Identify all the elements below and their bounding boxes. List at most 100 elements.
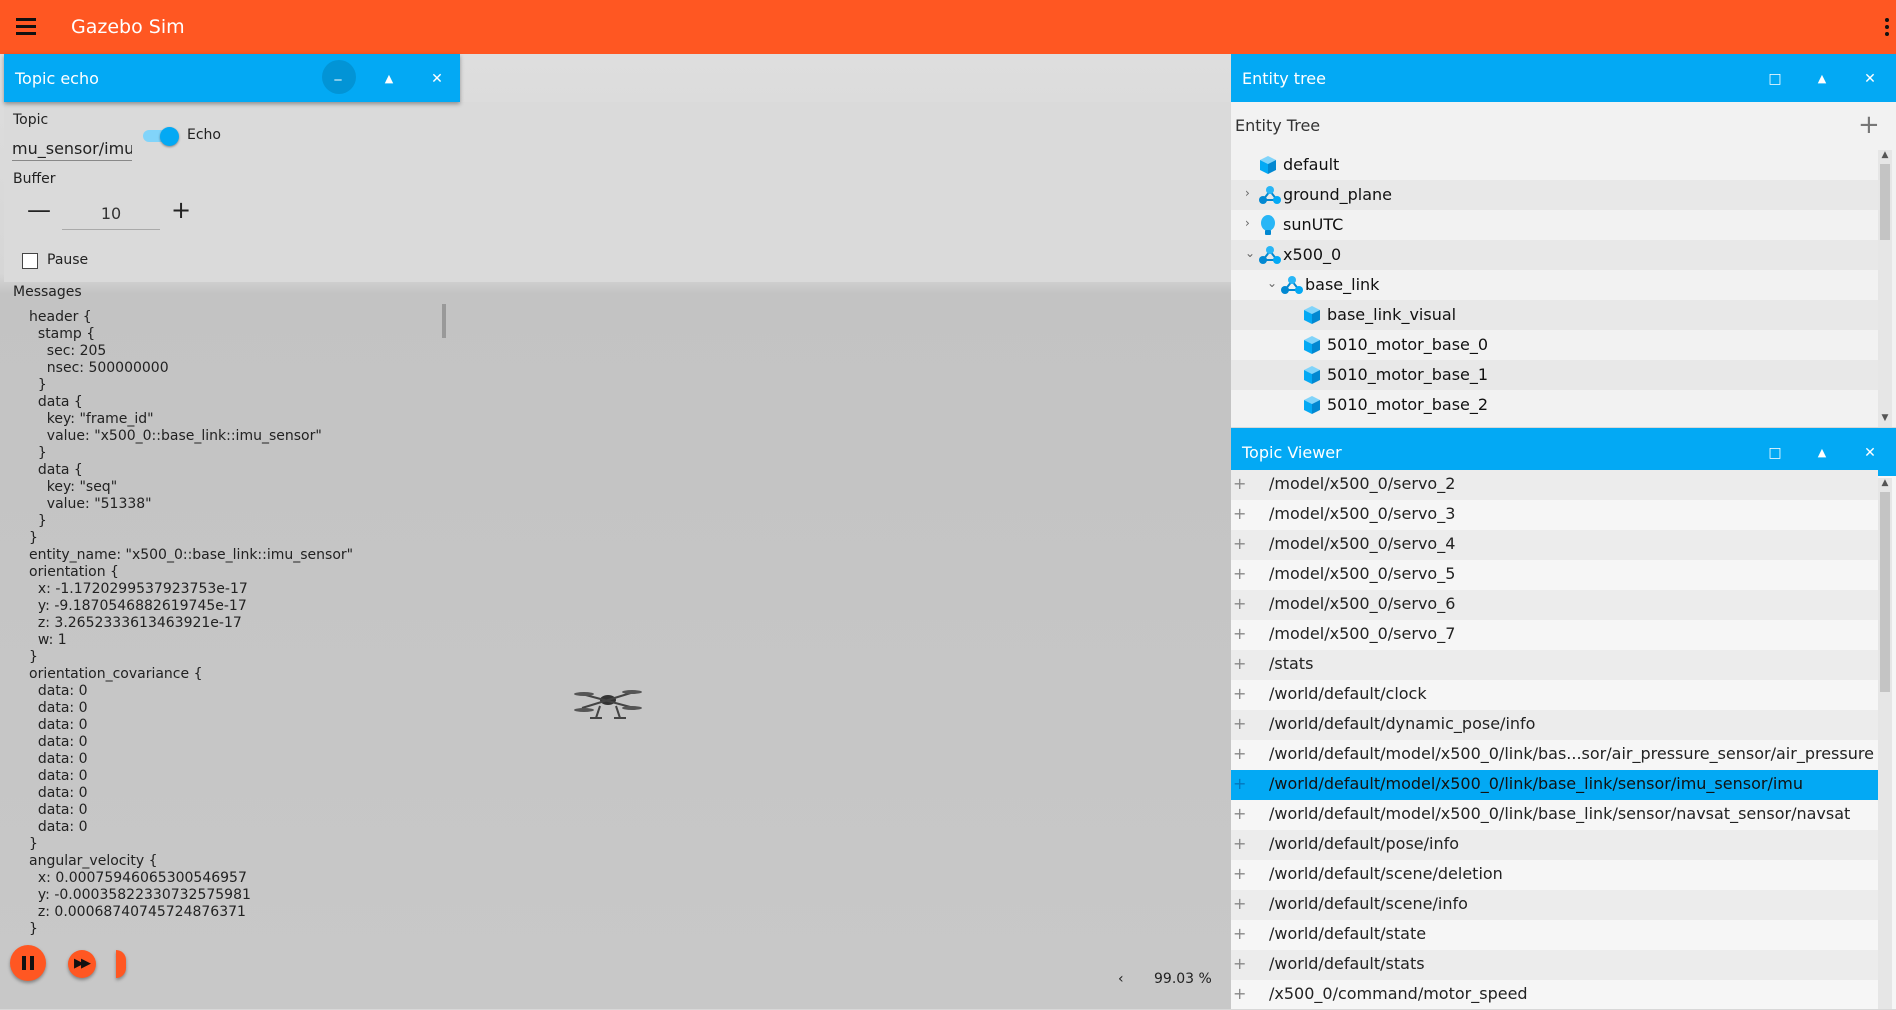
entity-tree-item-label: x500_0 <box>1283 245 1342 264</box>
step-button[interactable]: ▶▶ <box>68 950 96 978</box>
topic-row[interactable]: + /world/default/stats <box>1231 950 1878 980</box>
topic-row[interactable]: + /world/default/model/x500_0/link/base_l… <box>1231 800 1878 830</box>
entity-tree-item-label: sunUTC <box>1283 215 1344 234</box>
topic-name: /model/x500_0/servo_7 <box>1269 624 1456 643</box>
link-icon <box>1281 275 1303 295</box>
pause-button[interactable] <box>10 945 46 981</box>
scroll-down-icon[interactable]: ▼ <box>1880 413 1890 423</box>
entity-tree-item[interactable]: › sunUTC <box>1231 210 1878 240</box>
topic-viewer-scroll-thumb[interactable] <box>1880 492 1890 692</box>
echo-label: Echo <box>187 127 221 143</box>
topic-row[interactable]: + /model/x500_0/servo_7 <box>1231 620 1878 650</box>
expand-plus-icon[interactable]: + <box>1233 654 1246 673</box>
topic-row[interactable]: + /world/default/model/x500_0/link/bas...… <box>1231 740 1878 770</box>
scroll-up-icon[interactable]: ▲ <box>1880 150 1890 160</box>
stats-expand-chevron-icon[interactable]: ‹ <box>1118 971 1124 987</box>
entity-tree-item[interactable]: › ground_plane <box>1231 180 1878 210</box>
topic-row[interactable]: + /world/default/clock <box>1231 680 1878 710</box>
topic-row[interactable]: + /world/default/dynamic_pose/info <box>1231 710 1878 740</box>
pause-checkbox[interactable] <box>22 253 38 269</box>
add-entity-icon[interactable]: + <box>1858 110 1880 140</box>
maximize-button[interactable]: □ <box>1753 54 1797 104</box>
expand-plus-icon[interactable]: + <box>1233 474 1246 493</box>
expand-plus-icon[interactable]: + <box>1233 984 1246 1003</box>
entity-tree-item[interactable]: 5010_motor_base_1 <box>1231 360 1878 390</box>
drone-model[interactable] <box>572 678 644 732</box>
kebab-menu-icon[interactable] <box>1884 18 1890 38</box>
expand-plus-icon[interactable]: + <box>1233 564 1246 583</box>
topic-name: /world/default/scene/info <box>1269 894 1468 913</box>
topic-row[interactable]: + /x500_0/command/motor_speed <box>1231 980 1878 1010</box>
chevron-down-icon[interactable]: ⌄ <box>1267 276 1277 290</box>
app-title: Gazebo Sim <box>71 16 185 38</box>
close-button[interactable]: ✕ <box>415 54 459 104</box>
close-button[interactable]: ✕ <box>1848 54 1892 104</box>
topic-row[interactable]: + /world/default/state <box>1231 920 1878 950</box>
expand-plus-icon[interactable]: + <box>1233 894 1246 913</box>
expand-plus-icon[interactable]: + <box>1233 714 1246 733</box>
float-icon: ▲ <box>1817 446 1827 459</box>
expand-plus-icon[interactable]: + <box>1233 834 1246 853</box>
topic-row[interactable]: + /model/x500_0/servo_6 <box>1231 590 1878 620</box>
expand-plus-icon[interactable]: + <box>1233 924 1246 943</box>
echo-toggle[interactable] <box>143 127 179 146</box>
topic-row[interactable]: + /model/x500_0/servo_5 <box>1231 560 1878 590</box>
expand-plus-icon[interactable]: + <box>1233 774 1246 793</box>
float-button[interactable]: ▲ <box>1800 54 1844 104</box>
chevron-right-icon[interactable]: › <box>1245 186 1250 200</box>
expand-plus-icon[interactable]: + <box>1233 744 1246 763</box>
expand-plus-icon[interactable]: + <box>1233 864 1246 883</box>
buffer-decrement-button[interactable]: — <box>26 198 52 224</box>
topic-row[interactable]: + /model/x500_0/servo_3 <box>1231 500 1878 530</box>
expand-plus-icon[interactable]: + <box>1233 804 1246 823</box>
topic-name: /world/default/clock <box>1269 684 1427 703</box>
topic-row[interactable]: + /model/x500_0/servo_4 <box>1231 530 1878 560</box>
topic-name: /stats <box>1269 654 1314 673</box>
topic-row[interactable]: + /stats <box>1231 650 1878 680</box>
real-time-factor: 99.03 % <box>1154 971 1212 987</box>
messages-scrollbar[interactable] <box>442 304 446 338</box>
expand-plus-icon[interactable]: + <box>1233 534 1246 553</box>
visual-icon <box>1303 335 1321 355</box>
topic-row[interactable]: + /model/x500_0/servo_2 <box>1231 470 1878 500</box>
topic-row[interactable]: + /world/default/scene/deletion <box>1231 860 1878 890</box>
entity-tree-item[interactable]: base_link_visual <box>1231 300 1878 330</box>
visual-icon <box>1303 305 1321 325</box>
messages-text: header { stamp { sec: 205 nsec: 50000000… <box>29 309 354 937</box>
visual-icon <box>1303 395 1321 415</box>
entity-tree-scroll-thumb[interactable] <box>1880 164 1890 240</box>
expand-plus-icon[interactable]: + <box>1233 504 1246 523</box>
topic-name: /model/x500_0/servo_3 <box>1269 504 1456 523</box>
topic-row[interactable]: + /world/default/model/x500_0/link/base_l… <box>1231 770 1878 800</box>
float-button[interactable]: ▲ <box>367 54 411 104</box>
minimize-button[interactable]: _ <box>316 54 360 104</box>
entity-tree-item-label: ground_plane <box>1283 185 1392 204</box>
model-icon <box>1259 185 1281 205</box>
hamburger-menu-icon[interactable] <box>16 18 38 36</box>
entity-tree-title: Entity Tree <box>1235 116 1321 135</box>
topic-row[interactable]: + /world/default/scene/info <box>1231 890 1878 920</box>
buffer-input[interactable] <box>62 197 160 230</box>
topic-name: /world/default/dynamic_pose/info <box>1269 714 1536 733</box>
entity-tree-item[interactable]: ⌄ x500_0 <box>1231 240 1878 270</box>
chevron-right-icon[interactable]: › <box>1245 216 1250 230</box>
topic-input[interactable] <box>12 136 132 161</box>
entity-tree-item[interactable]: 5010_motor_base_0 <box>1231 330 1878 360</box>
expand-plus-icon[interactable]: + <box>1233 954 1246 973</box>
scroll-up-icon[interactable]: ▲ <box>1880 478 1890 488</box>
chevron-down-icon[interactable]: ⌄ <box>1245 246 1255 260</box>
topic-name: /model/x500_0/servo_5 <box>1269 564 1456 583</box>
expand-plus-icon[interactable]: + <box>1233 624 1246 643</box>
entity-tree-item[interactable]: ⌄ base_link <box>1231 270 1878 300</box>
expand-plus-icon[interactable]: + <box>1233 684 1246 703</box>
entity-tree-item[interactable]: 5010_motor_base_2 <box>1231 390 1878 420</box>
entity-tree-item[interactable]: default <box>1231 150 1878 180</box>
entity-tree-item-label: default <box>1283 155 1340 174</box>
expand-plus-icon[interactable]: + <box>1233 594 1246 613</box>
topic-name: /model/x500_0/servo_6 <box>1269 594 1456 613</box>
buffer-label: Buffer <box>13 171 56 187</box>
topic-row[interactable]: + /world/default/pose/info <box>1231 830 1878 860</box>
buffer-increment-button[interactable]: + <box>168 198 194 224</box>
entity-tree-item-label: base_link_visual <box>1327 305 1457 324</box>
topic-name: /world/default/model/x500_0/link/bas...s… <box>1269 744 1874 763</box>
